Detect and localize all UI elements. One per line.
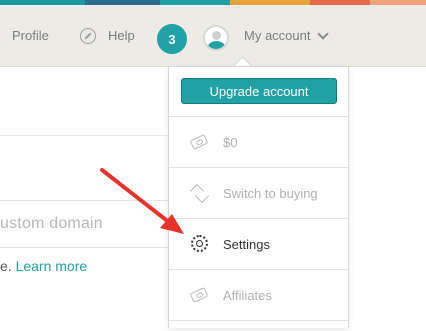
- custom-domain-placeholder: ustom domain: [0, 215, 103, 232]
- my-account-menu[interactable]: My account: [244, 5, 330, 66]
- nav-help-label: Help: [108, 28, 135, 43]
- money-icon: [189, 132, 210, 152]
- compass-icon: [80, 27, 96, 44]
- dropdown-item-switch-to-buying[interactable]: Switch to buying: [169, 167, 348, 218]
- help-text-prefix: e.: [0, 258, 12, 274]
- avatar[interactable]: [203, 25, 229, 51]
- upgrade-account-label: Upgrade account: [209, 83, 309, 99]
- chevron-down-icon: [317, 27, 330, 40]
- nav-profile-link[interactable]: Profile: [12, 5, 49, 66]
- dropdown-item-label: Settings: [223, 236, 270, 252]
- affiliates-icon: [189, 285, 210, 305]
- notifications-count: 3: [168, 31, 176, 47]
- dropdown-item-divider: [169, 320, 348, 331]
- dropdown-item-balance[interactable]: $0: [169, 116, 348, 167]
- nav-help-link[interactable]: Help: [80, 5, 135, 66]
- custom-domain-input[interactable]: ustom domain: [0, 200, 170, 248]
- dropdown-item-settings[interactable]: Settings: [169, 218, 348, 269]
- gear-icon: [190, 234, 210, 254]
- learn-more-link[interactable]: Learn more: [16, 258, 88, 274]
- swap-icon: [189, 183, 210, 204]
- account-dropdown: Upgrade account $0 Switch to buying Sett…: [168, 66, 349, 328]
- help-text: e. Learn more: [0, 258, 87, 274]
- top-nav-bar: Profile Help 3: [0, 5, 426, 67]
- my-account-label: My account: [244, 28, 311, 43]
- dropdown-item-label: Switch to buying: [223, 185, 318, 201]
- notifications-badge[interactable]: 3: [157, 24, 187, 54]
- dropdown-item-label: $0: [223, 134, 238, 150]
- dropdown-item-affiliates[interactable]: Affiliates: [169, 269, 348, 320]
- dropdown-item-label: Affiliates: [223, 287, 272, 303]
- nav-profile-label: Profile: [12, 28, 49, 43]
- section-divider: [0, 135, 170, 136]
- upgrade-account-button[interactable]: Upgrade account: [181, 78, 337, 104]
